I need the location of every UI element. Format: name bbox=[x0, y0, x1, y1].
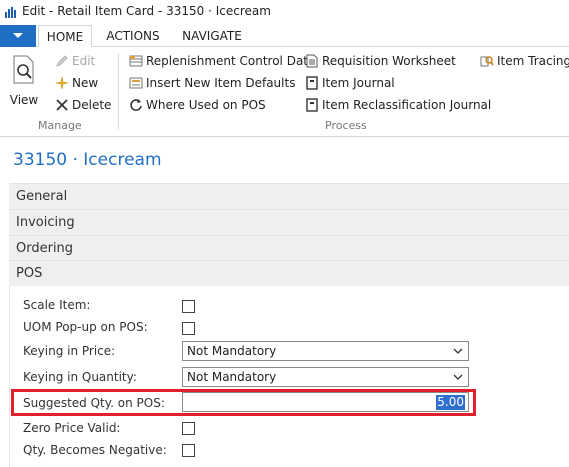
where-used-label: Where Used on POS bbox=[146, 98, 266, 112]
fasttab-invoicing-label: Invoicing bbox=[16, 215, 75, 230]
fasttab-ordering-label: Ordering bbox=[16, 241, 74, 256]
insert-defaults-label: Insert New Item Defaults bbox=[146, 76, 296, 90]
edit-button[interactable]: Edit bbox=[55, 51, 95, 71]
table-icon bbox=[129, 55, 143, 67]
edit-label: Edit bbox=[72, 54, 96, 68]
app-menu-button[interactable] bbox=[0, 25, 36, 47]
reclass-journal-label: Item Reclassification Journal bbox=[322, 98, 492, 112]
where-used-on-pos-button[interactable]: Where Used on POS bbox=[129, 95, 266, 115]
zero-price-label: Zero Price Valid: bbox=[23, 421, 121, 435]
window-title: Edit - Retail Item Card - 33150 · Icecre… bbox=[22, 4, 271, 18]
sparkle-icon bbox=[55, 76, 69, 90]
item-tracing-button[interactable]: Item Tracing bbox=[480, 51, 569, 71]
keying-price-select[interactable]: Not Mandatory bbox=[182, 341, 469, 361]
journal-icon bbox=[306, 98, 318, 112]
zero-price-checkbox[interactable] bbox=[182, 422, 195, 435]
document-icon bbox=[306, 54, 318, 68]
chevron-down-icon bbox=[453, 374, 463, 380]
ribbon-tabs: HOME ACTIONS NAVIGATE bbox=[0, 25, 569, 48]
delete-button[interactable]: Delete bbox=[55, 95, 111, 115]
tab-navigate[interactable]: NAVIGATE bbox=[172, 25, 252, 47]
suggested-qty-label: Suggested Qty. on POS: bbox=[23, 396, 165, 410]
replenishment-control-data-button[interactable]: Replenishment Control Data bbox=[129, 51, 315, 71]
replenishment-label: Replenishment Control Data bbox=[146, 54, 316, 68]
chevron-down-icon bbox=[13, 33, 23, 38]
item-journal-button[interactable]: Item Journal bbox=[305, 73, 395, 93]
view-label: View bbox=[9, 93, 39, 107]
qty-negative-checkbox[interactable] bbox=[182, 444, 195, 457]
new-label: New bbox=[72, 76, 99, 90]
process-group-label: Process bbox=[325, 119, 367, 132]
title-bar: Edit - Retail Item Card - 33150 · Icecre… bbox=[0, 0, 569, 24]
app-icon bbox=[4, 5, 18, 19]
uom-popup-label: UOM Pop-up on POS: bbox=[23, 320, 148, 334]
insert-icon bbox=[129, 77, 143, 89]
view-icon bbox=[13, 55, 34, 84]
fasttab-pos[interactable]: POS bbox=[9, 260, 569, 286]
journal-icon bbox=[306, 76, 318, 90]
tracing-icon bbox=[480, 56, 494, 67]
new-button[interactable]: New bbox=[55, 73, 98, 93]
suggested-qty-input[interactable]: 5.00 bbox=[182, 392, 469, 412]
uom-popup-checkbox[interactable] bbox=[182, 322, 195, 335]
chevron-down-icon bbox=[453, 348, 463, 354]
manage-group-label: Manage bbox=[38, 119, 82, 132]
keying-price-label: Keying in Price: bbox=[23, 344, 116, 358]
insert-new-item-defaults-button[interactable]: Insert New Item Defaults bbox=[129, 73, 295, 93]
item-reclassification-journal-button[interactable]: Item Reclassification Journal bbox=[305, 95, 491, 115]
keying-price-value: Not Mandatory bbox=[187, 344, 277, 358]
tab-actions[interactable]: ACTIONS bbox=[96, 25, 170, 47]
item-tracing-label: Item Tracing bbox=[497, 54, 569, 68]
requisition-worksheet-button[interactable]: Requisition Worksheet bbox=[305, 51, 456, 71]
keying-quantity-select[interactable]: Not Mandatory bbox=[182, 367, 469, 387]
group-separator bbox=[118, 53, 119, 129]
qty-negative-label: Qty. Becomes Negative: bbox=[23, 443, 167, 457]
pencil-icon bbox=[56, 55, 68, 67]
fasttab-general-label: General bbox=[16, 189, 68, 204]
scale-item-label: Scale Item: bbox=[23, 298, 91, 312]
close-icon bbox=[56, 99, 68, 111]
delete-label: Delete bbox=[72, 98, 112, 112]
fasttab-invoicing[interactable]: Invoicing bbox=[9, 209, 569, 235]
refresh-icon bbox=[130, 99, 142, 111]
scale-item-checkbox[interactable] bbox=[182, 300, 195, 313]
ribbon: View Edit New Delete Manage Replenishmen… bbox=[0, 47, 569, 137]
suggested-qty-value: 5.00 bbox=[436, 395, 465, 410]
page-title: 33150 · Icecream bbox=[13, 150, 162, 170]
view-button[interactable]: View bbox=[6, 53, 42, 111]
requisition-label: Requisition Worksheet bbox=[322, 54, 456, 68]
keying-quantity-value: Not Mandatory bbox=[187, 370, 277, 384]
keying-quantity-label: Keying in Quantity: bbox=[23, 370, 137, 384]
fasttab-pos-label: POS bbox=[16, 266, 43, 281]
fasttab-ordering[interactable]: Ordering bbox=[9, 235, 569, 261]
item-journal-label: Item Journal bbox=[322, 76, 395, 90]
tab-home[interactable]: HOME bbox=[38, 25, 92, 48]
fasttab-general[interactable]: General bbox=[9, 183, 569, 209]
